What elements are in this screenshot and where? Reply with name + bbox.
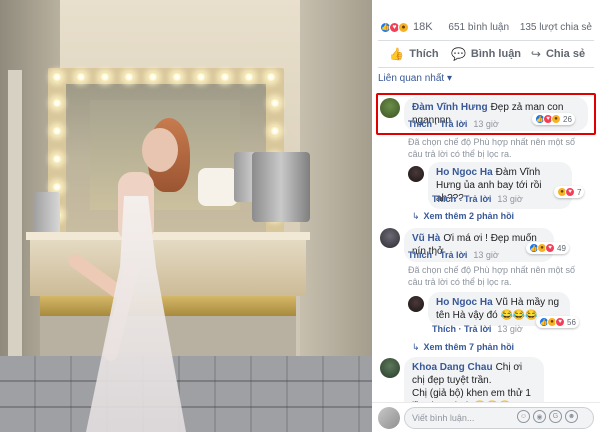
avatar[interactable] — [408, 166, 424, 182]
composer-tools: ☺ ◉ G ☻ — [514, 410, 578, 423]
sort-label: Liên quan nhất — [378, 73, 445, 84]
camera-icon[interactable]: ◉ — [533, 410, 546, 423]
photo-bulb — [52, 154, 62, 164]
reply-reactions[interactable]: ● ♥ 7 — [554, 186, 585, 198]
comment-button[interactable]: 💬 Bình luận — [450, 41, 522, 67]
photo-counter-top — [26, 232, 310, 240]
emoji-icon[interactable]: ☺ — [517, 410, 530, 423]
engagement-counts: 651 bình luận 135 lượt chia sẻ — [448, 22, 592, 33]
reaction-icons: 👍 ♥ ● — [380, 21, 409, 33]
reply-author[interactable]: Ho Ngoc Ha — [436, 297, 493, 308]
comment-reactions[interactable]: 👍 ● ♥ 49 — [526, 242, 569, 254]
like-button[interactable]: 👍 Thích — [378, 41, 450, 67]
photo-bulb — [270, 98, 280, 108]
photo-bulb — [52, 126, 62, 136]
comment-panel: 👍 ♥ ● 18K 651 bình luận 135 lượt chia sẻ… — [372, 0, 600, 432]
avatar[interactable] — [380, 98, 400, 118]
reply-author[interactable]: Ho Ngoc Ha — [436, 167, 493, 178]
share-button-label: Chia sẻ — [545, 48, 586, 60]
photo-bulb — [270, 126, 280, 136]
gif-icon[interactable]: G — [549, 410, 562, 423]
love-icon: ♥ — [555, 317, 565, 327]
comment-author[interactable]: Khoa Dang Chau — [412, 362, 493, 373]
caret-down-icon: ▾ — [446, 73, 452, 84]
comment-button-label: Bình luận — [470, 48, 522, 60]
photo-bulb — [244, 72, 254, 82]
photo-bulb — [52, 182, 62, 192]
comment-time[interactable]: 13 giờ — [473, 119, 498, 129]
photo-bulb — [52, 72, 62, 82]
comment-reactions[interactable]: 👍 ♥ ● 26 — [532, 113, 575, 125]
photo-bulb — [52, 98, 62, 108]
photo-bulb — [148, 72, 158, 82]
photo-bulb — [266, 72, 276, 82]
avatar[interactable] — [408, 296, 424, 312]
avatar — [378, 407, 400, 429]
photo-door — [8, 70, 24, 370]
reply-meta: Thích · Trả lời 13 giờ — [432, 324, 523, 334]
shares-count[interactable]: 135 lượt chia sẻ — [520, 22, 592, 33]
filter-notice: Đã chọn chế độ Phù hợp nhất nên một số c… — [408, 137, 576, 159]
view-more-replies[interactable]: ↳ Xem thêm 7 phản hồi — [412, 342, 514, 353]
view-more-label: Xem thêm 2 phản hồi — [423, 211, 515, 221]
photo-bulb — [100, 72, 110, 82]
photo-model-head — [142, 128, 178, 172]
haha-icon: ● — [551, 114, 561, 124]
avatar[interactable] — [380, 358, 400, 378]
reply-reaction-count: 7 — [577, 187, 582, 197]
comment-meta: Thích · Trả lời 13 giờ — [408, 250, 499, 260]
sticker-icon[interactable]: ☻ — [565, 410, 578, 423]
avatar[interactable] — [380, 228, 400, 248]
post-action-bar: 👍 Thích 💬 Bình luận ↪ Chia sẻ — [378, 40, 594, 68]
reply-reply-links[interactable]: Thích · Trả lời — [432, 194, 491, 204]
reaction-summary[interactable]: 👍 ♥ ● 18K 651 bình luận 135 lượt chia sẻ — [372, 14, 600, 40]
view-more-replies[interactable]: ↳ Xem thêm 2 phản hồi — [412, 211, 514, 222]
speech-bubble-icon: 💬 — [450, 47, 466, 61]
photo-bulb — [76, 72, 86, 82]
reply-reaction-count: 56 — [567, 317, 576, 327]
comment-author[interactable]: Đàm Vĩnh Hưng — [412, 102, 488, 113]
comment-reply-links[interactable]: Thích · Trả lời — [408, 119, 467, 129]
photo-floor-grout — [0, 356, 372, 432]
comment-sort-dropdown[interactable]: Liên quan nhất ▾ — [378, 73, 452, 84]
comment-meta: Thích · Trả lời 13 giờ — [408, 119, 499, 129]
share-arrow-icon: ↪ — [530, 47, 541, 61]
like-button-label: Thích — [409, 48, 439, 60]
reply-time[interactable]: 13 giờ — [497, 194, 522, 204]
photo-gold-cabinet — [40, 296, 296, 316]
reply-reactions[interactable]: 👍 ● ♥ 56 — [536, 316, 579, 328]
comment-reaction-count: 26 — [563, 114, 572, 124]
love-icon: ♥ — [545, 243, 555, 253]
photo-bulb — [124, 72, 134, 82]
photo-bulb — [220, 72, 230, 82]
reply-arrow-icon: ↳ — [412, 211, 420, 221]
photo-paper-towel-dispenser — [252, 152, 310, 222]
comment-time[interactable]: 13 giờ — [473, 250, 498, 260]
photo-chair — [198, 168, 238, 206]
thumbs-up-icon: 👍 — [389, 47, 405, 61]
reply-time[interactable]: 13 giờ — [497, 324, 522, 334]
comments-count[interactable]: 651 bình luận — [448, 22, 509, 33]
photo-bulb — [196, 72, 206, 82]
comment-author[interactable]: Vũ Hà — [412, 233, 440, 244]
comment-reaction-count: 49 — [557, 243, 566, 253]
comment-reply-links[interactable]: Thích · Trả lời — [408, 250, 467, 260]
reply-meta: Thích · Trả lời 13 giờ — [432, 194, 523, 204]
photo-bulb — [172, 72, 182, 82]
view-more-label: Xem thêm 7 phản hồi — [423, 342, 515, 352]
reply-reply-links[interactable]: Thích · Trả lời — [432, 324, 491, 334]
love-icon: ♥ — [565, 187, 575, 197]
reply-arrow-icon: ↳ — [412, 342, 420, 352]
share-button[interactable]: ↪ Chia sẻ — [522, 41, 594, 67]
comment-composer: Viết bình luận... ☺ ◉ G ☻ — [372, 402, 600, 432]
filter-notice: Đã chọn chế độ Phù hợp nhất nên một số c… — [408, 265, 576, 287]
wow-icon: ● — [398, 21, 409, 33]
photo-dispenser-left — [34, 192, 60, 236]
reaction-count[interactable]: 18K — [413, 21, 433, 33]
post-photo[interactable] — [0, 0, 372, 432]
